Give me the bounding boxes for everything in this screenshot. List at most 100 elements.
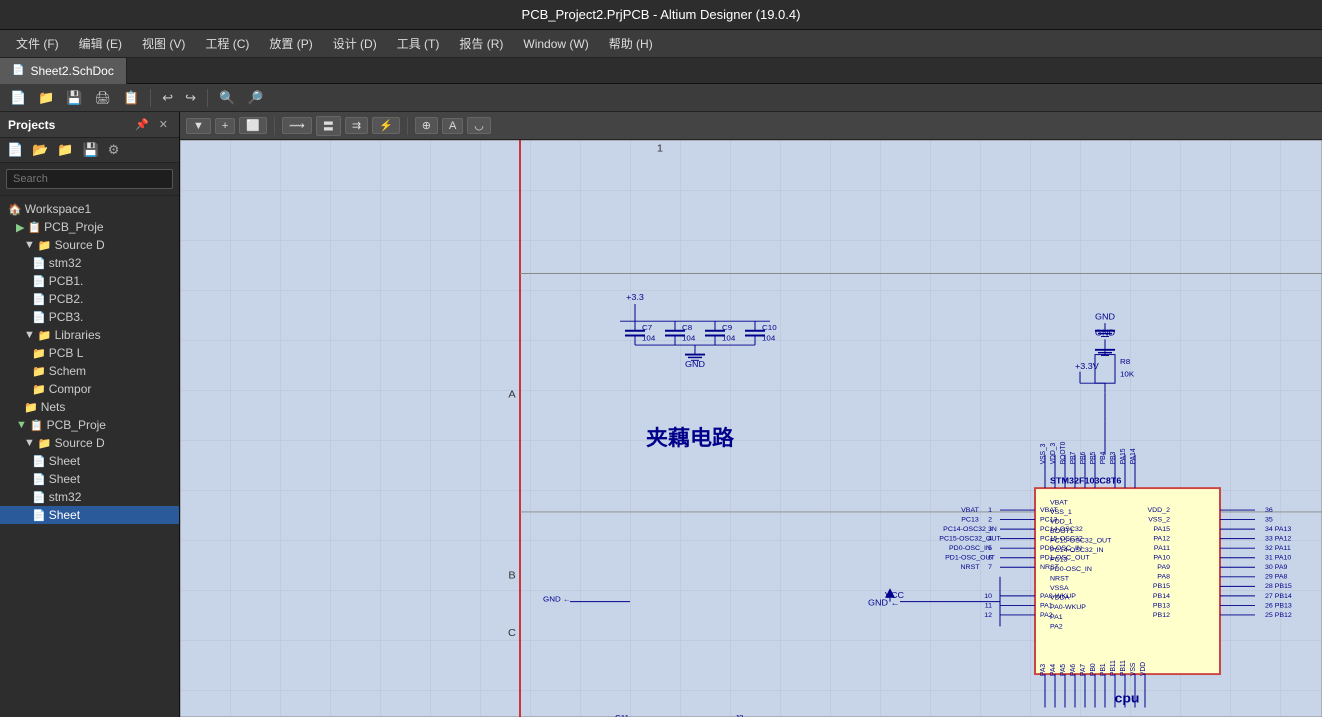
tree-source1[interactable]: ▼ 📁 Source D (0, 236, 179, 254)
menu-help[interactable]: 帮助 (H) (601, 33, 661, 54)
wire-btn[interactable]: ⟿ (282, 117, 312, 134)
sheet3-icon: 📄 (32, 509, 46, 522)
svg-text:27 PB14: 27 PB14 (1265, 593, 1292, 600)
toolbar-zoom-fit[interactable]: 🔍 (215, 88, 239, 108)
text-btn[interactable]: A (442, 118, 463, 134)
menu-reports[interactable]: 报告 (R) (451, 33, 511, 54)
panel-tool-close[interactable]: 📁 (54, 141, 76, 159)
svg-text:VSS: VSS (1130, 662, 1137, 676)
tree-source2[interactable]: ▼ 📁 Source D (0, 434, 179, 452)
svg-text:36: 36 (1265, 507, 1273, 514)
title-bar: PCB_Project2.PrjPCB - Altium Designer (1… (0, 0, 1322, 30)
tree-sheet2[interactable]: 📄 Sheet (0, 470, 179, 488)
compor-label: Compor (49, 382, 92, 396)
search-input[interactable] (6, 169, 173, 189)
select-rect-btn[interactable]: ⬜ (239, 117, 267, 134)
tree-sheet3[interactable]: 📄 Sheet (0, 506, 179, 524)
menu-view[interactable]: 视图 (V) (134, 33, 193, 54)
schematic-canvas-area[interactable]: A B C 1 +3.3 C7 104 C8 (180, 140, 1322, 717)
panel-tool-new[interactable]: 📄 (4, 141, 26, 159)
comp-btn[interactable]: ⊕ (415, 117, 438, 134)
svg-text:1: 1 (657, 143, 663, 155)
svg-text:PB1: PB1 (1100, 663, 1107, 676)
svg-text:PD0-OSC_IN: PD0-OSC_IN (1050, 566, 1092, 573)
svg-text:GND: GND (1095, 328, 1115, 338)
tree-pcbl[interactable]: 📁 PCB L (0, 344, 179, 362)
svg-text:GND: GND (685, 359, 705, 369)
svg-text:7: 7 (988, 564, 992, 571)
tree-pcb-proj2[interactable]: ▼ 📋 PCB_Proje (0, 416, 179, 434)
menu-project[interactable]: 工程 (C) (197, 33, 257, 54)
panel-pin-btn[interactable]: 📌 (132, 117, 152, 132)
pcb3-icon: 📄 (32, 311, 46, 324)
svg-text:34 PA13: 34 PA13 (1265, 526, 1291, 533)
bus-btn[interactable]: 〓 (316, 116, 341, 136)
menu-edit[interactable]: 编辑 (E) (71, 33, 130, 54)
toolbar-print[interactable]: 📋 (119, 88, 143, 108)
tree-compor[interactable]: 📁 Compor (0, 380, 179, 398)
svg-text:1: 1 (988, 507, 992, 514)
svg-text:PA4: PA4 (1050, 664, 1057, 676)
tab-bar: 📄 Sheet2.SchDoc (0, 58, 1322, 84)
pcb2-label: PCB2. (49, 292, 84, 306)
pcb-proj2-icon: 📋 (30, 419, 44, 432)
add-btn[interactable]: + (215, 118, 235, 134)
source2-icon: 📁 (38, 437, 52, 450)
tree-stm32-2[interactable]: 📄 stm32 (0, 488, 179, 506)
tree-schem[interactable]: 📁 Schem (0, 362, 179, 380)
panel-controls: 📌 ✕ (132, 117, 171, 132)
canvas-wrapper: ▼ + ⬜ ⟿ 〓 ⇉ ⚡ ⊕ A ◡ A (180, 112, 1322, 717)
panel-tool-open[interactable]: 📂 (29, 141, 51, 159)
schem-label: Schem (49, 364, 86, 378)
svg-text:C9: C9 (722, 323, 732, 332)
svg-text:12: 12 (984, 612, 992, 619)
menu-design[interactable]: 设计 (D) (325, 33, 385, 54)
arc-btn[interactable]: ◡ (467, 117, 491, 134)
tree-nets[interactable]: 📁 Nets (0, 398, 179, 416)
tree-sheet1[interactable]: 📄 Sheet (0, 452, 179, 470)
net-btn[interactable]: ⇉ (345, 117, 368, 134)
tab-label: Sheet2.SchDoc (30, 64, 113, 78)
sheet1-icon: 📄 (32, 455, 46, 468)
menu-file[interactable]: 文件 (F) (8, 33, 67, 54)
svg-text:PC13: PC13 (961, 517, 979, 524)
menu-place[interactable]: 放置 (P) (261, 33, 320, 54)
tree-workspace1[interactable]: 🏠 Workspace1 (0, 200, 179, 218)
tree-pcb2[interactable]: 📄 PCB2. (0, 290, 179, 308)
tree-pcb1[interactable]: 📄 PCB1. (0, 272, 179, 290)
svg-text:PB11: PB11 (1120, 660, 1127, 676)
svg-text:28 PB15: 28 PB15 (1265, 583, 1292, 590)
sheet3-label: Sheet (49, 508, 80, 522)
svg-text:GND: GND (1095, 311, 1115, 321)
toolbar-undo[interactable]: ↩ (158, 88, 177, 108)
menu-tools[interactable]: 工具 (T) (389, 33, 448, 54)
svg-text:PB6: PB6 (1080, 451, 1087, 464)
svg-text:PA1: PA1 (1050, 614, 1063, 621)
svg-text:25 PB12: 25 PB12 (1265, 612, 1292, 619)
sheet2-label: Sheet (49, 472, 80, 486)
tab-sheet2-schdoc[interactable]: 📄 Sheet2.SchDoc (0, 58, 127, 84)
svg-text:VSS_3: VSS_3 (1040, 443, 1047, 464)
svg-text:PD0-OSC_IN: PD0-OSC_IN (949, 545, 991, 552)
svg-text:VDD_2: VDD_2 (1147, 507, 1170, 514)
project-tree: 🏠 Workspace1 ▶ 📋 PCB_Proje ▼ 📁 Source D … (0, 196, 179, 717)
toolbar-zoom-in[interactable]: 🔎 (243, 88, 267, 108)
tree-stm32-1[interactable]: 📄 stm32 (0, 254, 179, 272)
panel-close-btn[interactable]: ✕ (156, 117, 171, 132)
tree-pcb3[interactable]: 📄 PCB3. (0, 308, 179, 326)
tree-pcb-proj1[interactable]: ▶ 📋 PCB_Proje (0, 218, 179, 236)
toolbar-save[interactable]: 💾 (62, 88, 86, 108)
toolbar-new[interactable]: 📄 (6, 88, 30, 108)
panel-tool-save[interactable]: 💾 (80, 141, 102, 159)
toolbar-save-all[interactable]: 🖨 (91, 88, 116, 108)
filter-btn[interactable]: ▼ (186, 118, 211, 134)
tree-libraries[interactable]: ▼ 📁 Libraries (0, 326, 179, 344)
panel-tool-settings[interactable]: ⚙ (105, 141, 123, 159)
svg-text:PA15: PA15 (1120, 448, 1127, 464)
schematic-toolbar: ▼ + ⬜ ⟿ 〓 ⇉ ⚡ ⊕ A ◡ (180, 112, 1322, 140)
toolbar-redo[interactable]: ↪ (181, 88, 200, 108)
menu-window[interactable]: Window (W) (515, 35, 596, 53)
power-btn[interactable]: ⚡ (372, 117, 400, 134)
toolbar-open[interactable]: 📁 (34, 88, 58, 108)
svg-text:26 PB13: 26 PB13 (1265, 602, 1292, 609)
